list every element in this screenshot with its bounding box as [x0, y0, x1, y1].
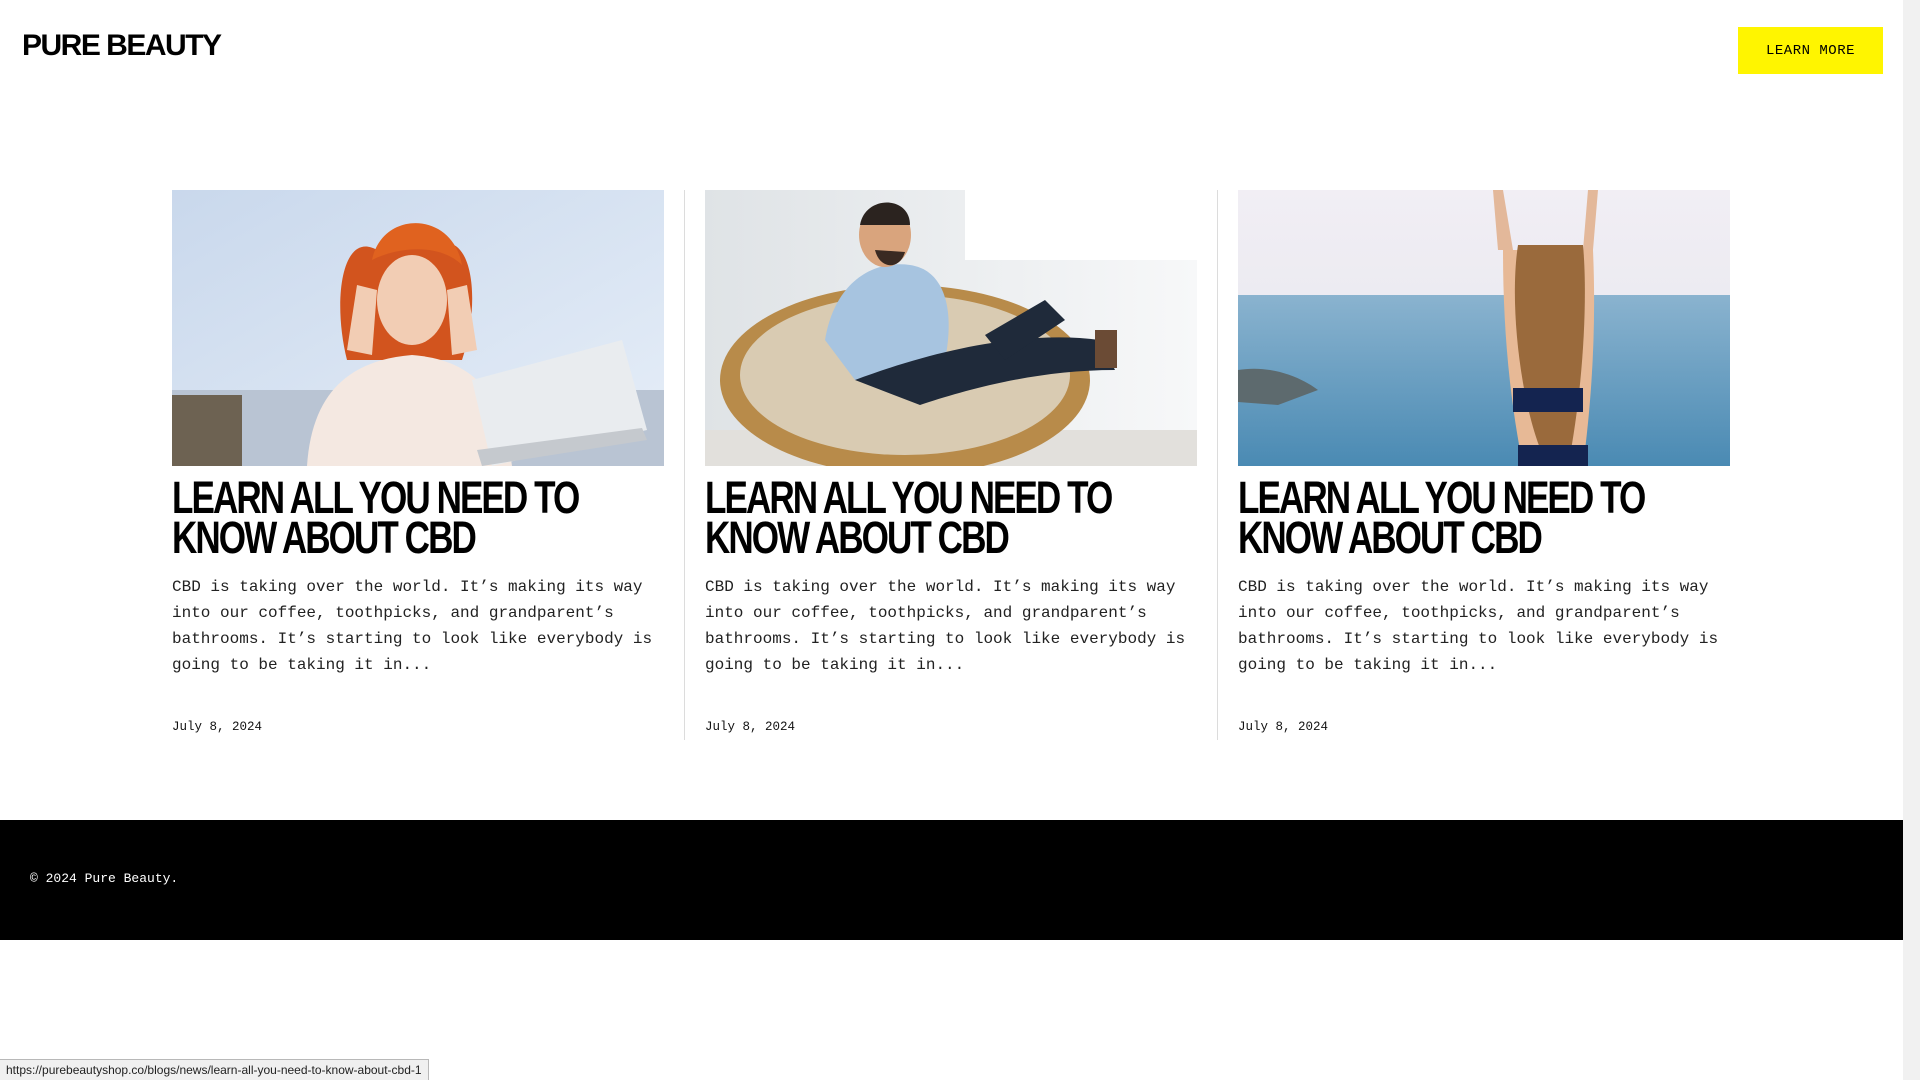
article-grid: LEARN ALL YOU NEED TO KNOW ABOUT CBD CBD…: [172, 190, 1732, 740]
article-date: July 8, 2024: [705, 720, 796, 734]
article-card: LEARN ALL YOU NEED TO KNOW ABOUT CBD CBD…: [684, 190, 1197, 740]
site-header: PURE BEAUTY LEARN MORE: [0, 0, 1903, 100]
article-date: July 8, 2024: [172, 720, 263, 734]
article-image-man-relaxing-in-chair[interactable]: [705, 190, 1197, 466]
link-status-bar: https://purebeautyshop.co/blogs/news/lea…: [0, 1059, 429, 1080]
article-image-woman-stressed-at-laptop[interactable]: [172, 190, 664, 466]
article-title[interactable]: LEARN ALL YOU NEED TO KNOW ABOUT CBD: [705, 475, 1204, 560]
article-title[interactable]: LEARN ALL YOU NEED TO KNOW ABOUT CBD: [172, 475, 671, 560]
article-excerpt: CBD is taking over the world. It’s makin…: [705, 578, 1186, 674]
site-footer: © 2024 Pure Beauty.: [0, 820, 1903, 940]
article-date: July 8, 2024: [1238, 720, 1329, 734]
article-excerpt: CBD is taking over the world. It’s makin…: [1238, 578, 1719, 674]
article-card: LEARN ALL YOU NEED TO KNOW ABOUT CBD CBD…: [1217, 190, 1730, 740]
vertical-scrollbar[interactable]: [1903, 0, 1920, 1080]
article-image-woman-stretching-by-sea[interactable]: [1238, 190, 1730, 466]
article-excerpt: CBD is taking over the world. It’s makin…: [172, 578, 653, 674]
learn-more-button[interactable]: LEARN MORE: [1738, 27, 1883, 74]
article-card: LEARN ALL YOU NEED TO KNOW ABOUT CBD CBD…: [172, 190, 664, 740]
site-logo[interactable]: PURE BEAUTY: [22, 28, 222, 64]
copyright-text: © 2024 Pure Beauty.: [30, 871, 179, 886]
article-title[interactable]: LEARN ALL YOU NEED TO KNOW ABOUT CBD: [1238, 475, 1737, 560]
page: PURE BEAUTY LEARN MORE LEARN ALL YOU NEE…: [0, 0, 1920, 1080]
